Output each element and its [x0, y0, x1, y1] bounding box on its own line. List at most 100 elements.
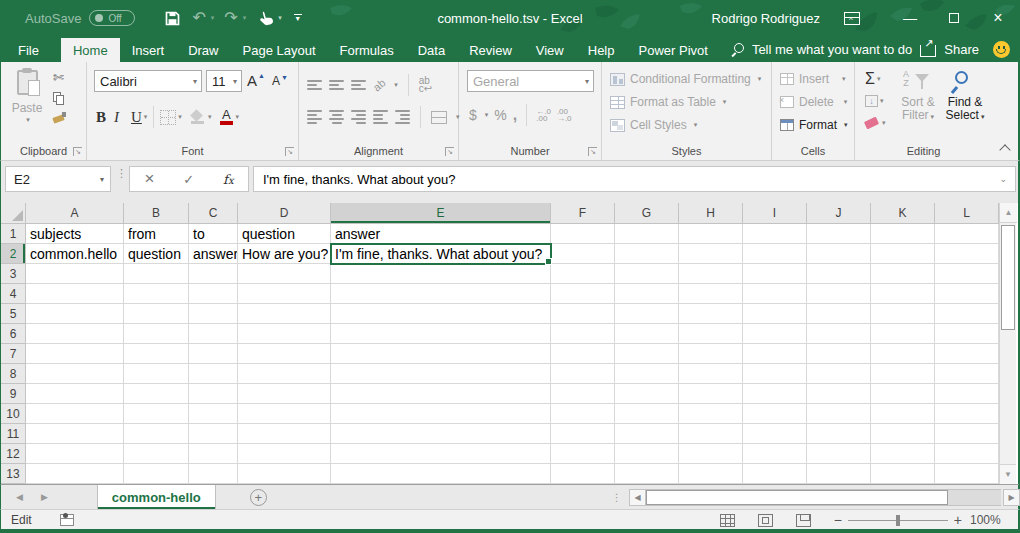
scroll-up-icon[interactable]: ▲ — [1000, 203, 1017, 223]
column-header-E[interactable]: E — [331, 203, 551, 224]
underline-dropdown-icon[interactable]: ▾ — [144, 113, 148, 121]
cell-K11[interactable] — [871, 424, 935, 444]
sheet-nav-left-icon[interactable]: ◀ — [7, 485, 32, 509]
cell-J6[interactable] — [807, 324, 871, 344]
feedback-smiley-icon[interactable] — [993, 41, 1010, 58]
cell-L1[interactable] — [935, 224, 999, 244]
cell-I6[interactable] — [743, 324, 807, 344]
row-header-9[interactable]: 9 — [1, 384, 26, 404]
redo-dropdown-icon[interactable]: ▾ — [243, 14, 247, 22]
align-bottom-icon[interactable] — [351, 78, 366, 92]
cell-F11[interactable] — [551, 424, 615, 444]
cell-A11[interactable] — [26, 424, 124, 444]
cell-I4[interactable] — [743, 284, 807, 304]
cell-L12[interactable] — [935, 444, 999, 464]
borders-dropdown-icon[interactable]: ▾ — [178, 113, 182, 121]
cell-L11[interactable] — [935, 424, 999, 444]
decrease-font-size-button[interactable]: A▼ — [272, 74, 288, 88]
cell-H11[interactable] — [679, 424, 743, 444]
cell-F7[interactable] — [551, 344, 615, 364]
cell-I5[interactable] — [743, 304, 807, 324]
cell-G4[interactable] — [615, 284, 679, 304]
cell-F8[interactable] — [551, 364, 615, 384]
cell-I8[interactable] — [743, 364, 807, 384]
formula-bar-handle[interactable]: ⋮ — [116, 170, 127, 176]
cell-J7[interactable] — [807, 344, 871, 364]
orientation-icon[interactable]: ab — [371, 76, 388, 93]
cell-D3[interactable] — [238, 264, 331, 284]
cell-J8[interactable] — [807, 364, 871, 384]
cell-E4[interactable] — [331, 284, 551, 304]
cell-G2[interactable] — [615, 244, 679, 264]
cell-K5[interactable] — [871, 304, 935, 324]
cell-K13[interactable] — [871, 464, 935, 484]
enter-icon[interactable]: ✓ — [183, 172, 194, 187]
cell-A6[interactable] — [26, 324, 124, 344]
cell-K8[interactable] — [871, 364, 935, 384]
autosum-button[interactable]: Σ▾ — [865, 70, 880, 88]
cell-A8[interactable] — [26, 364, 124, 384]
cell-G1[interactable] — [615, 224, 679, 244]
cell-F2[interactable] — [551, 244, 615, 264]
row-header-11[interactable]: 11 — [1, 424, 26, 444]
zoom-knob[interactable] — [896, 515, 900, 526]
accounting-dropdown-icon[interactable]: ▾ — [485, 111, 489, 119]
accounting-format-icon[interactable]: $ — [469, 107, 477, 123]
cell-C13[interactable] — [189, 464, 238, 484]
cell-A5[interactable] — [26, 304, 124, 324]
cell-B3[interactable] — [124, 264, 189, 284]
cell-I13[interactable] — [743, 464, 807, 484]
user-name[interactable]: Rodrigo Rodriguez — [712, 11, 820, 26]
cell-A4[interactable] — [26, 284, 124, 304]
name-box-dropdown-icon[interactable]: ▾ — [100, 175, 110, 184]
cell-C1[interactable]: to — [189, 224, 238, 244]
cell-I9[interactable] — [743, 384, 807, 404]
cell-L2[interactable] — [935, 244, 999, 264]
tell-me-search[interactable]: Tell me what you want to do — [734, 36, 912, 62]
column-header-H[interactable]: H — [679, 203, 743, 224]
new-sheet-icon[interactable]: + — [250, 489, 267, 506]
cell-D8[interactable] — [238, 364, 331, 384]
underline-button[interactable]: U — [131, 109, 142, 126]
cell-B4[interactable] — [124, 284, 189, 304]
undo-icon[interactable]: ↶ — [192, 10, 205, 26]
tab-scrollbar-splitter[interactable]: ⋮ — [612, 492, 622, 503]
cell-F1[interactable] — [551, 224, 615, 244]
cell-B12[interactable] — [124, 444, 189, 464]
format-painter-icon[interactable] — [53, 112, 65, 123]
horizontal-scrollbar[interactable]: ◀ — [629, 489, 1001, 506]
tab-home[interactable]: Home — [61, 38, 120, 62]
cell-G6[interactable] — [615, 324, 679, 344]
name-box[interactable]: E2▾ — [5, 166, 111, 192]
cell-E3[interactable] — [331, 264, 551, 284]
cell-B9[interactable] — [124, 384, 189, 404]
expand-formula-bar-icon[interactable]: ⌄ — [999, 174, 1015, 184]
cell-H7[interactable] — [679, 344, 743, 364]
italic-button[interactable]: I — [114, 109, 131, 126]
cell-H4[interactable] — [679, 284, 743, 304]
cell-J9[interactable] — [807, 384, 871, 404]
cell-E5[interactable] — [331, 304, 551, 324]
cell-D4[interactable] — [238, 284, 331, 304]
percent-style-icon[interactable]: % — [494, 107, 506, 123]
bold-button[interactable]: B — [96, 109, 114, 126]
cell-L6[interactable] — [935, 324, 999, 344]
undo-dropdown-icon[interactable]: ▾ — [211, 14, 215, 22]
number-dialog-launcher-icon[interactable] — [588, 147, 597, 156]
cell-G9[interactable] — [615, 384, 679, 404]
cell-J12[interactable] — [807, 444, 871, 464]
cell-D10[interactable] — [238, 404, 331, 424]
alignment-dialog-launcher-icon[interactable] — [445, 147, 454, 156]
cell-G3[interactable] — [615, 264, 679, 284]
cell-H8[interactable] — [679, 364, 743, 384]
borders-icon[interactable] — [160, 110, 176, 125]
row-header-8[interactable]: 8 — [1, 364, 26, 384]
normal-view-icon[interactable] — [720, 514, 735, 527]
cell-H10[interactable] — [679, 404, 743, 424]
tab-file[interactable]: File — [6, 38, 51, 62]
cell-styles-button[interactable]: Cell Styles▾ — [610, 118, 697, 132]
cell-L5[interactable] — [935, 304, 999, 324]
fill-color-dropdown-icon[interactable]: ▾ — [208, 113, 212, 121]
cell-B10[interactable] — [124, 404, 189, 424]
tab-help[interactable]: Help — [576, 38, 627, 62]
